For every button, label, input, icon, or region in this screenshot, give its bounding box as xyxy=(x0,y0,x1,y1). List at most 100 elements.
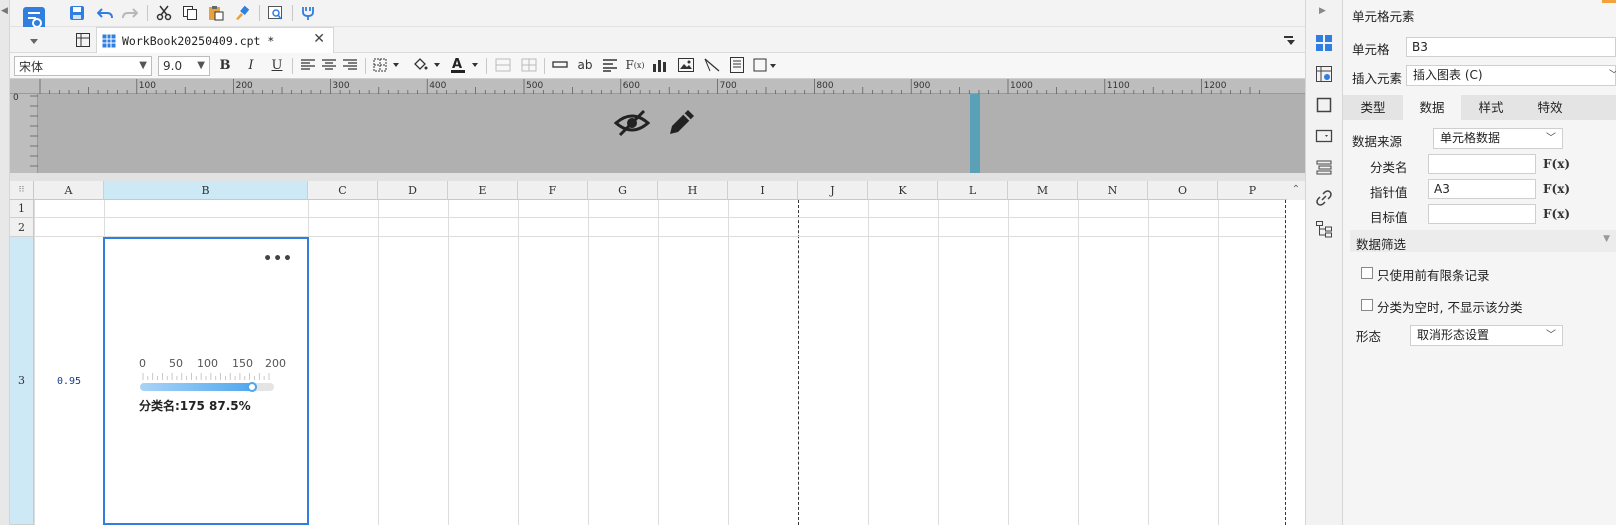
form-layers-icon[interactable] xyxy=(1313,156,1335,178)
column-header-h[interactable]: H xyxy=(658,181,728,200)
select-all-corner[interactable]: ⁝⁝ xyxy=(10,181,34,200)
row-header-2[interactable]: 2 xyxy=(10,218,34,237)
insert-richtext-icon[interactable] xyxy=(601,56,619,74)
ruler-mark-label: 500 xyxy=(526,81,543,91)
column-header-f[interactable]: F xyxy=(518,181,588,200)
pointer-label: 指针值 xyxy=(1370,185,1408,200)
font-family-select[interactable]: 宋体 ▼ xyxy=(14,56,152,76)
column-header-n[interactable]: N xyxy=(1078,181,1148,200)
redo-icon[interactable] xyxy=(121,4,139,22)
font-size-select[interactable]: 9.0 ▼ xyxy=(158,56,210,76)
column-header-a[interactable]: A xyxy=(34,181,104,200)
cut-icon[interactable] xyxy=(155,4,173,22)
tab-menu-icon[interactable] xyxy=(1280,31,1298,49)
column-header-i[interactable]: I xyxy=(728,181,798,200)
scroll-up-icon[interactable]: ⌃ xyxy=(1287,181,1305,200)
copy-icon[interactable] xyxy=(181,4,199,22)
condition-attribute-icon[interactable] xyxy=(1313,125,1335,147)
column-header-b[interactable]: B xyxy=(104,181,308,200)
column-header-m[interactable]: M xyxy=(1008,181,1078,200)
widget-settings-icon[interactable] xyxy=(1313,94,1335,116)
plugin-icon[interactable] xyxy=(299,4,317,22)
insert-image-icon[interactable] xyxy=(677,56,695,74)
data-filter-section[interactable]: 数据筛选 ▼ xyxy=(1350,230,1616,252)
fill-color-icon[interactable] xyxy=(412,56,444,74)
insert-formula-icon[interactable]: F (x) xyxy=(625,56,644,74)
border-style-icon[interactable] xyxy=(753,56,779,74)
expand-panel-icon[interactable]: ▶ xyxy=(1319,6,1326,16)
cell-b3-selected[interactable]: ••• 0 50 100 150 200 分类名:175 87.5% xyxy=(103,237,309,525)
column-header-j[interactable]: J xyxy=(798,181,868,200)
tab-type[interactable]: 类型 xyxy=(1343,95,1403,120)
cell-attribute-icon[interactable] xyxy=(1313,63,1335,85)
pointer-input[interactable]: A3 xyxy=(1428,179,1536,199)
column-header-p[interactable]: P xyxy=(1218,181,1288,200)
paste-icon[interactable] xyxy=(207,4,225,22)
row-header-3[interactable]: 3 xyxy=(10,237,34,525)
column-gridline xyxy=(1218,200,1219,525)
insert-element-select[interactable]: 插入图表 (C) ﹀ xyxy=(1406,65,1616,86)
logo-dropdown-icon[interactable] xyxy=(22,38,46,46)
page-boundary-marker xyxy=(970,94,980,173)
insert-slash-line-icon[interactable] xyxy=(703,56,721,74)
column-header-c[interactable]: C xyxy=(308,181,378,200)
limit-records-checkbox[interactable] xyxy=(1361,267,1373,279)
undo-icon[interactable] xyxy=(96,4,114,22)
tab-style[interactable]: 样式 xyxy=(1461,95,1521,120)
column-header-e[interactable]: E xyxy=(448,181,518,200)
tab-data[interactable]: 数据 xyxy=(1403,95,1461,120)
insert-text-icon[interactable]: ab xyxy=(576,56,594,74)
preview-search-icon[interactable] xyxy=(266,4,284,22)
column-header-l[interactable]: L xyxy=(938,181,1008,200)
toolbar-separator xyxy=(544,58,545,74)
column-header-o[interactable]: O xyxy=(1148,181,1218,200)
close-tab-icon[interactable]: ✕ xyxy=(313,31,325,47)
document-tab[interactable]: WorkBook20250409.cpt * ✕ xyxy=(96,27,334,53)
save-icon[interactable] xyxy=(68,4,86,22)
ruler-zero-label: 0 xyxy=(13,93,19,103)
chevron-down-icon: ﹀ xyxy=(1546,330,1556,341)
insert-slash-icon[interactable] xyxy=(551,56,569,74)
cell-a3[interactable]: 0.95 xyxy=(34,237,104,525)
hide-empty-category-checkbox[interactable] xyxy=(1361,299,1373,311)
target-input[interactable] xyxy=(1428,204,1536,224)
gauge-ruler xyxy=(142,373,270,380)
bold-button[interactable]: B xyxy=(216,56,234,74)
document-tab-title: WorkBook20250409.cpt * xyxy=(122,33,275,48)
border-icon[interactable] xyxy=(373,56,403,74)
column-header-d[interactable]: D xyxy=(378,181,448,200)
cell-input[interactable]: B3 xyxy=(1406,37,1616,57)
collapse-left-icon[interactable]: ◀ xyxy=(1,6,8,16)
gauge-pointer xyxy=(247,382,257,392)
tab-effect[interactable]: 特效 xyxy=(1521,95,1579,120)
hide-preview-icon[interactable] xyxy=(614,107,650,139)
edit-chart-icon[interactable] xyxy=(664,106,698,140)
insert-chart-icon[interactable] xyxy=(651,56,669,74)
category-input[interactable] xyxy=(1428,154,1536,174)
underline-button[interactable]: U xyxy=(268,56,286,74)
grid-layout-icon[interactable] xyxy=(74,31,92,49)
form-select[interactable]: 取消形态设置 ﹀ xyxy=(1410,325,1563,346)
align-center-icon[interactable] xyxy=(320,56,338,74)
category-formula-button[interactable]: F(x) xyxy=(1543,154,1570,174)
more-options-icon[interactable]: ••• xyxy=(263,251,293,267)
hyperlink-icon[interactable] xyxy=(1313,187,1335,209)
data-source-select[interactable]: 单元格数据 ﹀ xyxy=(1433,128,1563,149)
split-bar[interactable] xyxy=(10,173,1305,181)
column-header-k[interactable]: K xyxy=(868,181,938,200)
row-header-1[interactable]: 1 xyxy=(10,200,34,218)
gauge-chart[interactable]: 0 50 100 150 200 分类名:175 87.5% xyxy=(139,357,286,417)
left-collapse-strip[interactable]: ◀ xyxy=(0,0,10,525)
target-formula-button[interactable]: F(x) xyxy=(1543,204,1570,224)
cell-element-icon[interactable] xyxy=(1313,32,1335,54)
align-right-icon[interactable] xyxy=(341,56,359,74)
pointer-formula-button[interactable]: F(x) xyxy=(1543,179,1570,199)
align-left-icon[interactable] xyxy=(299,56,317,74)
insert-subreport-icon[interactable] xyxy=(728,56,746,74)
italic-button[interactable]: I xyxy=(242,56,260,74)
font-color-icon[interactable]: A xyxy=(450,56,482,74)
format-painter-icon[interactable] xyxy=(233,4,251,22)
tree-structure-icon[interactable] xyxy=(1313,218,1335,240)
column-header-g[interactable]: G xyxy=(588,181,658,200)
chevron-down-icon: ▼ xyxy=(197,60,205,71)
